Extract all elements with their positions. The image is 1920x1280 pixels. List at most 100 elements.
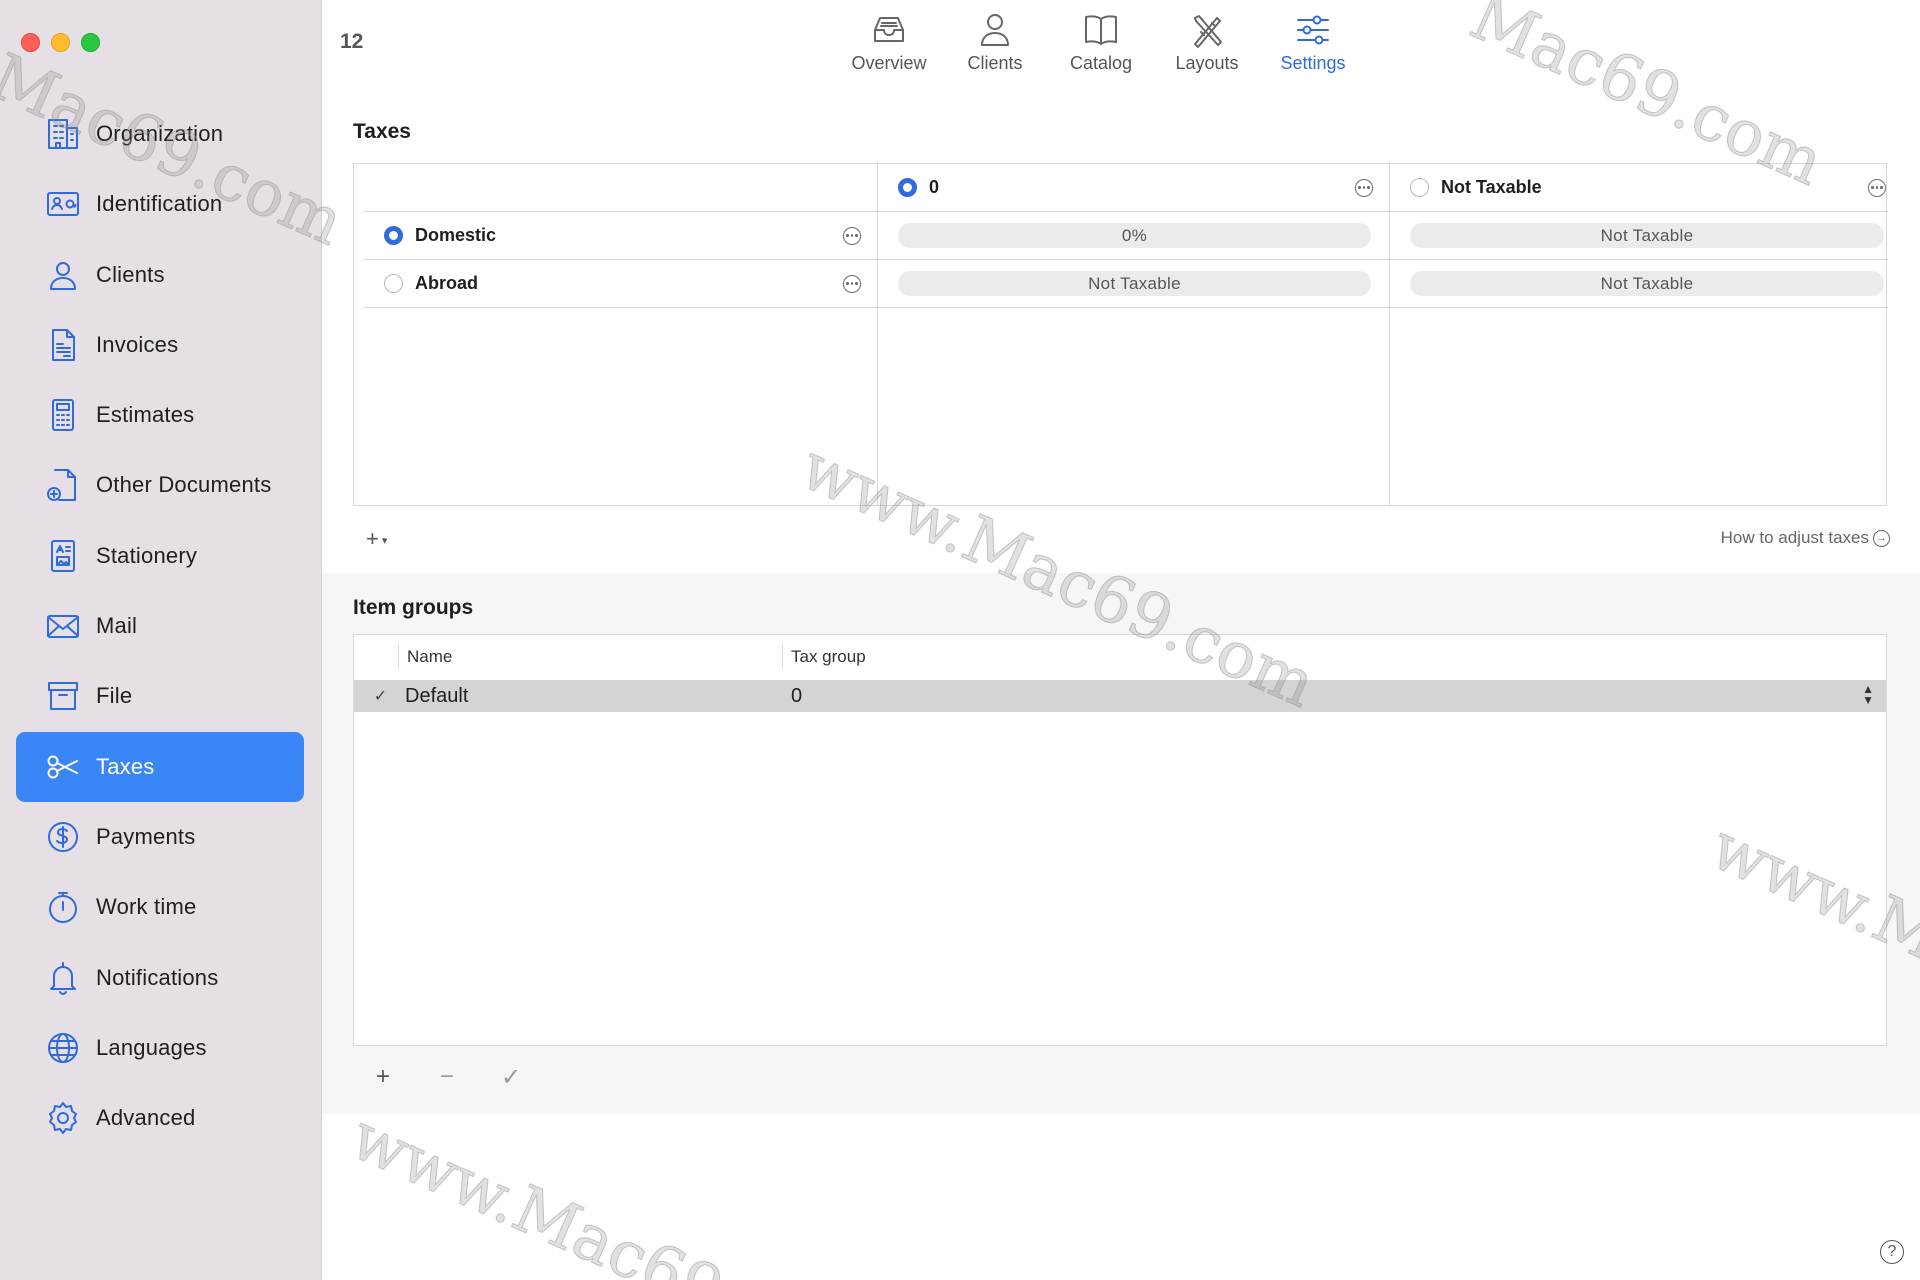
set-default-button[interactable]: ✓ <box>500 1063 522 1092</box>
sidebar-item-label: Invoices <box>96 331 179 357</box>
item-groups-title: Item groups <box>353 596 474 619</box>
tab-overview[interactable]: Overview <box>836 10 942 74</box>
tax-grid-header-cell <box>364 164 877 212</box>
sidebar-item-clients[interactable]: Clients <box>16 240 304 310</box>
sidebar-item-work-time[interactable]: Work time <box>16 872 304 942</box>
tax-value-pill[interactable]: Not Taxable <box>898 271 1371 296</box>
sidebar-item-file[interactable]: File <box>16 661 304 731</box>
tax-cell: Not Taxable <box>1390 212 1888 260</box>
tab-clients[interactable]: Clients <box>942 10 1048 74</box>
envelope-icon <box>44 607 82 645</box>
table-row[interactable]: ✓ Default 0 ▲ ▼ <box>354 680 1886 712</box>
sidebar-item-label: Taxes <box>96 753 155 779</box>
item-groups-section: Item groups Name Tax group ✓ Default 0 ▲… <box>322 573 1920 1114</box>
globe-icon <box>44 1029 82 1067</box>
invoice-doc-icon <box>44 326 82 364</box>
sidebar-nav: Organization Identification Clients Invo… <box>16 99 304 1153</box>
main-content: 12 Overview Clients Catalog Layouts Sett… <box>322 0 1920 1280</box>
sidebar-item-advanced[interactable]: Advanced <box>16 1083 304 1153</box>
sidebar-item-payments[interactable]: Payments <box>16 802 304 872</box>
tab-catalog[interactable]: Catalog <box>1048 10 1154 74</box>
help-button[interactable]: ? <box>1880 1240 1904 1264</box>
tax-column-header[interactable]: Not Taxable <box>1390 164 1888 212</box>
add-tax-menu-button[interactable]: + ▾ <box>366 526 387 552</box>
sidebar: Organization Identification Clients Invo… <box>0 0 322 1280</box>
more-options-icon[interactable] <box>843 226 861 245</box>
stationery-icon <box>44 537 82 575</box>
tax-column-label: Not Taxable <box>1441 177 1542 197</box>
taxes-title: Taxes <box>353 120 411 143</box>
sidebar-item-label: Clients <box>96 261 165 287</box>
tax-value-pill[interactable]: Not Taxable <box>1410 223 1884 248</box>
archive-box-icon <box>44 677 82 715</box>
radio-column-not-taxable[interactable] <box>1410 178 1429 197</box>
zoom-window-button[interactable] <box>81 33 100 52</box>
how-to-adjust-taxes-link[interactable]: How to adjust taxes → <box>1721 528 1890 548</box>
tax-row-label: Domestic <box>415 225 497 245</box>
person-icon <box>44 256 82 294</box>
tab-layouts[interactable]: Layouts <box>1154 10 1260 74</box>
taxes-grid: Domestic Abroad 0 0% Not Taxable Not Tax… <box>353 163 1888 506</box>
tax-value-pill[interactable]: 0% <box>898 223 1371 248</box>
tax-cell: Not Taxable <box>878 260 1389 308</box>
sidebar-item-organization[interactable]: Organization <box>16 99 304 169</box>
sidebar-item-mail[interactable]: Mail <box>16 591 304 661</box>
tax-cell: Not Taxable <box>1390 260 1888 308</box>
column-header-check[interactable] <box>354 645 399 669</box>
tab-label: Clients <box>967 53 1023 73</box>
tax-group-select[interactable]: 0 <box>783 685 1886 708</box>
more-options-icon[interactable] <box>1868 178 1886 197</box>
column-header-tax-group[interactable]: Tax group <box>783 647 866 667</box>
remove-group-button[interactable]: − <box>436 1063 458 1092</box>
column-header-name[interactable]: Name <box>399 645 783 669</box>
table-header: Name Tax group <box>354 635 1886 679</box>
radio-column-0[interactable] <box>898 178 917 197</box>
radio-domestic[interactable] <box>384 226 403 245</box>
tax-column-not-taxable: Not Taxable Not Taxable Not Taxable <box>1390 164 1888 505</box>
sidebar-item-label: Other Documents <box>96 472 272 498</box>
up-down-chevron-icon[interactable]: ▲ ▼ <box>1862 683 1874 706</box>
sidebar-item-languages[interactable]: Languages <box>16 1013 304 1083</box>
book-icon <box>1085 15 1117 45</box>
checkmark-icon: ✓ <box>373 688 388 705</box>
minimize-window-button[interactable] <box>51 33 70 52</box>
tax-row-domestic[interactable]: Domestic <box>364 212 877 260</box>
sliders-icon <box>1297 15 1329 45</box>
calculator-icon <box>44 396 82 434</box>
arrow-right-circle-icon: → <box>1873 529 1890 547</box>
tax-value-pill[interactable]: Not Taxable <box>1410 271 1884 296</box>
tab-settings[interactable]: Settings <box>1260 10 1366 74</box>
tax-column-0: 0 0% Not Taxable <box>878 164 1390 505</box>
sidebar-item-label: Work time <box>96 894 197 920</box>
add-group-button[interactable]: + <box>372 1063 394 1092</box>
sidebar-item-label: Advanced <box>96 1105 196 1131</box>
more-options-icon[interactable] <box>1355 178 1373 197</box>
tax-column-header[interactable]: 0 <box>878 164 1389 212</box>
tax-row-abroad[interactable]: Abroad <box>364 260 877 308</box>
sidebar-item-estimates[interactable]: Estimates <box>16 380 304 450</box>
dollar-circle-icon <box>44 818 82 856</box>
close-window-button[interactable] <box>21 33 40 52</box>
sidebar-item-notifications[interactable]: Notifications <box>16 943 304 1013</box>
sidebar-item-other-documents[interactable]: Other Documents <box>16 450 304 520</box>
sidebar-item-label: Mail <box>96 613 138 639</box>
radio-abroad[interactable] <box>384 274 403 293</box>
window-controls <box>21 33 100 52</box>
person-icon <box>981 14 1009 46</box>
more-options-icon[interactable] <box>843 274 861 293</box>
building-icon <box>44 115 82 153</box>
tab-label: Layouts <box>1175 53 1239 73</box>
sidebar-item-identification[interactable]: Identification <box>16 169 304 239</box>
group-name-cell[interactable]: Default <box>399 685 783 708</box>
gear-icon <box>44 1099 82 1137</box>
item-groups-buttons: + − ✓ <box>372 1063 522 1092</box>
sidebar-item-stationery[interactable]: Stationery <box>16 521 304 591</box>
chevron-down-icon: ▾ <box>381 534 388 547</box>
sidebar-item-label: Languages <box>96 1034 207 1060</box>
sidebar-item-invoices[interactable]: Invoices <box>16 310 304 380</box>
sidebar-item-taxes[interactable]: Taxes <box>16 731 304 802</box>
tab-label: Catalog <box>1069 53 1133 73</box>
sidebar-item-label: Stationery <box>96 542 198 568</box>
tax-row-label: Abroad <box>415 273 478 293</box>
help-link-label: How to adjust taxes <box>1720 528 1869 547</box>
